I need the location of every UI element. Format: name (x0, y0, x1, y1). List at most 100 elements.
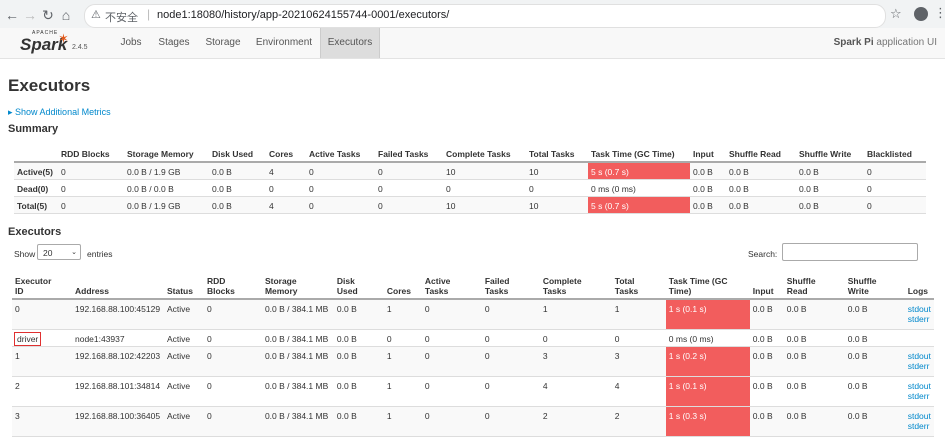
executor-status-cell: Active (166, 410, 191, 421)
executors-col-header[interactable]: Total Tasks (612, 271, 666, 299)
summary-col-header (14, 148, 58, 162)
spark-star-icon: ✶ (58, 31, 69, 46)
executor-failed-cell: 0 (484, 410, 490, 421)
executor-cores-cell: 0 (386, 333, 392, 344)
executor-total-cell: 4 (614, 380, 620, 391)
executor-storage-cell: 0.0 B / 384.1 MB (264, 333, 329, 344)
executor-logs-cell: stdout stderr (905, 406, 934, 436)
tab-stages[interactable]: Stages (153, 28, 195, 58)
executor-input-cell: 0.0 B (752, 410, 773, 421)
spark-version: 2.4.5 (72, 44, 88, 51)
executor-shuffle-write-cell: 0.0 B (847, 333, 868, 344)
stdout-link[interactable]: stdout (908, 381, 931, 391)
summary-col-header: Complete Tasks (446, 149, 511, 159)
spark-logo[interactable]: APACHE Spark ✶ 2.4.5 (18, 30, 88, 58)
executor-logs-cell: stdout stderr (905, 346, 934, 376)
account-icon[interactable] (914, 7, 928, 21)
executors-col-header[interactable]: Failed Tasks (482, 271, 540, 299)
executors-col-header[interactable]: Address (72, 271, 164, 299)
header-line-2: Tasks (484, 286, 509, 296)
executor-rdd-cell: 0 (206, 380, 212, 391)
header-line-1: Shuffle (786, 276, 816, 286)
tab-executors[interactable]: Executors (320, 28, 380, 58)
executor-address-cell: 192.168.88.102:42203 (74, 350, 161, 361)
tab-storage[interactable]: Storage (201, 28, 245, 58)
executors-col-header[interactable]: Shuffle Write (845, 271, 905, 299)
arrow-left-icon[interactable]: ← (2, 5, 22, 25)
summary-cell: 0.0 B (693, 167, 713, 177)
executor-id-cell: driver (12, 329, 72, 346)
reload-icon[interactable]: ↻ (38, 5, 58, 25)
summary-cell: 0.0 B / 1.9 GB (127, 200, 181, 211)
menu-dots-icon[interactable]: ⋮ (934, 5, 945, 21)
search-input[interactable] (782, 243, 918, 261)
summary-cell: 0.0 B (693, 200, 713, 211)
executor-rdd-cell: 0 (206, 304, 212, 314)
executor-disk-cell: 0.0 B (336, 410, 357, 421)
show-additional-metrics-link[interactable]: ▸ Show Additional Metrics (8, 107, 111, 118)
executor-disk-cell: 0.0 B (336, 350, 357, 361)
executor-complete-cell: 3 (542, 350, 548, 361)
executors-col-header[interactable]: Active Tasks (422, 271, 482, 299)
executors-col-header[interactable]: Shuffle Read (784, 271, 845, 299)
bookmark-star-icon[interactable]: ☆ (890, 6, 902, 22)
executor-complete-cell: 0 (542, 333, 548, 344)
executor-active-cell: 0 (424, 304, 430, 314)
executors-col-header[interactable]: Task Time (GC Time) (666, 271, 750, 299)
executor-rdd-cell: 0 (206, 350, 212, 361)
executor-disk-cell: 0.0 B (336, 304, 357, 314)
executors-col-header[interactable]: Complete Tasks (540, 271, 612, 299)
stderr-link[interactable]: stderr (908, 421, 930, 431)
summary-cell: 10 (446, 200, 456, 211)
header-line-1: Task Time (GC (668, 276, 728, 286)
summary-col-header: Cores (269, 149, 294, 159)
tab-environment[interactable]: Environment (252, 28, 316, 58)
summary-row: Active(5) 0 0.0 B / 1.9 GB 0.0 B 4 0 0 10 10 5 s … (14, 162, 926, 179)
stderr-link[interactable]: stderr (908, 361, 930, 371)
summary-col-header: Disk Used (212, 149, 254, 159)
executors-col-header[interactable]: RDD Blocks (204, 271, 262, 299)
summary-cell: 0.0 B (799, 167, 819, 177)
address-bar[interactable]: ⚠ 不安全 | node1:18080/history/app-20210624… (84, 4, 886, 28)
stderr-link[interactable]: stderr (908, 314, 930, 324)
executor-status-cell: Active (166, 333, 191, 344)
executors-col-header[interactable]: Storage Memory (262, 271, 334, 299)
stdout-link[interactable]: stdout (908, 411, 931, 421)
header-line-1: Failed (484, 276, 510, 286)
executors-col-header[interactable]: Logs (905, 271, 934, 299)
executors-col-header[interactable]: Status (164, 271, 204, 299)
executors-col-header[interactable]: Executor ID (12, 271, 72, 299)
executor-logs-cell (905, 329, 934, 346)
stdout-link[interactable]: stdout (908, 351, 931, 361)
summary-cell: 0 (529, 183, 534, 194)
arrow-right-icon[interactable]: → (20, 5, 40, 25)
header-line-1: Executor (15, 276, 52, 286)
driver-id-highlight: driver (13, 331, 42, 346)
executor-shuffle-read-cell: 0.0 B (786, 333, 807, 344)
page-size-select[interactable]: 20 ⌄ (37, 244, 81, 260)
header-line-2: Time) (668, 286, 692, 296)
executor-task-time-cell: 1 s (0.1 s) (665, 299, 750, 329)
summary-row-label: Active(5) (17, 167, 53, 177)
stderr-link[interactable]: stderr (908, 391, 930, 401)
executors-col-header[interactable]: Cores (384, 271, 422, 299)
home-icon[interactable]: ⌂ (56, 5, 76, 25)
separator: | (147, 7, 151, 21)
stdout-link[interactable]: stdout (908, 304, 931, 314)
summary-cell: 0 (867, 167, 872, 177)
executors-col-header[interactable]: Disk Used (334, 271, 384, 299)
url-text[interactable]: node1:18080/history/app-20210624155744-0… (157, 9, 449, 21)
executors-header-row[interactable]: Executor ID Address Status RDD Blocks Storage M… (12, 271, 934, 299)
executors-col-header[interactable]: Input (750, 271, 784, 299)
summary-cell: 0 (378, 183, 383, 194)
executor-row: 3 192.168.88.100:36405 Active 0 0.0 B / 384.… (12, 406, 934, 436)
tab-jobs[interactable]: Jobs (114, 28, 148, 58)
executor-status-cell: Active (166, 304, 191, 314)
summary-cell: 0 (269, 183, 274, 194)
app-title: Spark Pi application UI (834, 28, 937, 58)
summary-heading: Summary (8, 123, 59, 135)
executor-total-cell: 0 (614, 333, 620, 344)
summary-col-header: Shuffle Write (799, 149, 852, 159)
search-label: Search: (748, 249, 778, 259)
executor-total-cell: 1 (614, 304, 620, 314)
